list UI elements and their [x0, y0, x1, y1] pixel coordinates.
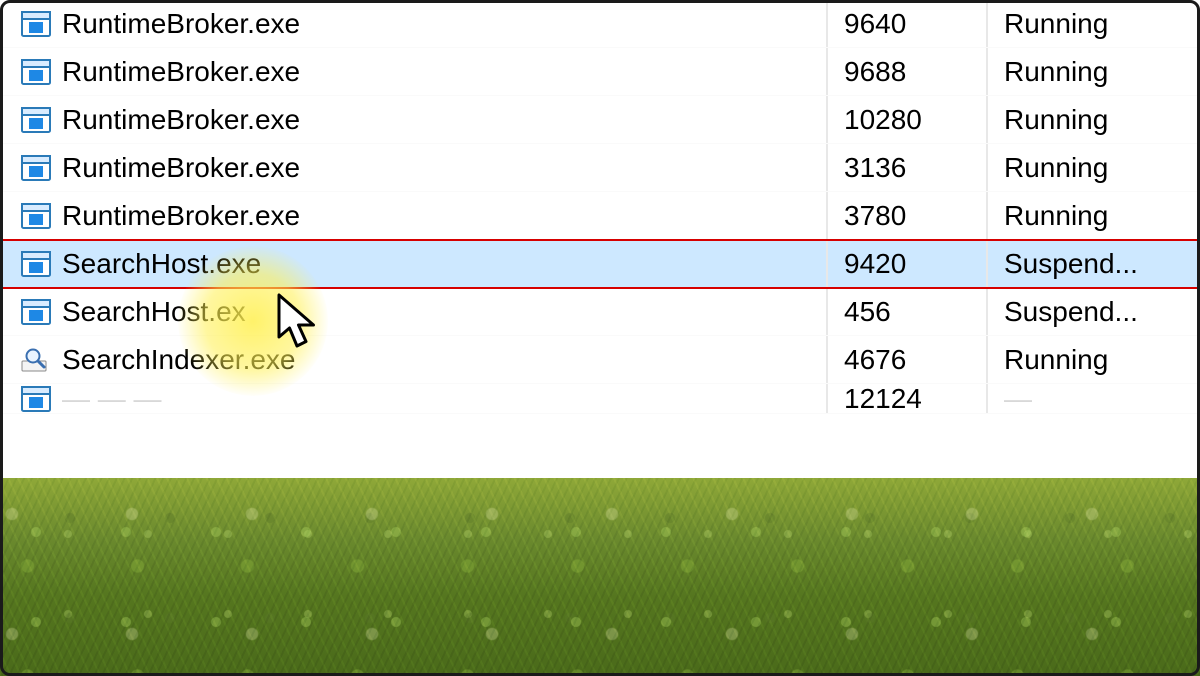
application-icon — [20, 106, 52, 134]
cell-name[interactable]: — — — — [0, 384, 828, 413]
application-icon — [20, 298, 52, 326]
cell-pid[interactable]: 12124 — [828, 384, 988, 413]
cell-status[interactable]: Running — [988, 96, 1200, 143]
application-icon — [20, 385, 52, 413]
process-row-partial[interactable]: — — — 12124 — — [0, 384, 1200, 414]
process-row[interactable]: RuntimeBroker.exe 3136 Running — [0, 144, 1200, 192]
cell-pid[interactable]: 456 — [828, 288, 988, 335]
cell-pid[interactable]: 9420 — [828, 240, 988, 287]
process-name: — — — — [62, 384, 162, 414]
process-name: RuntimeBroker.exe — [62, 8, 300, 40]
cell-name[interactable]: RuntimeBroker.exe — [0, 96, 828, 143]
cell-pid[interactable]: 3136 — [828, 144, 988, 191]
cell-status[interactable]: Running — [988, 192, 1200, 239]
process-row[interactable]: RuntimeBroker.exe 3780 Running — [0, 192, 1200, 240]
process-pid: 9640 — [844, 8, 906, 40]
process-pid: 12124 — [844, 384, 922, 414]
application-icon — [20, 154, 52, 182]
desktop-wallpaper — [0, 478, 1200, 676]
process-status: Running — [1004, 344, 1108, 376]
process-status: Suspend... — [1004, 248, 1138, 280]
process-pid: 10280 — [844, 104, 922, 136]
process-status: — — [1004, 384, 1032, 414]
process-table[interactable]: RuntimeBroker.exe9640RunningRuntimeBroke… — [0, 0, 1200, 414]
process-pid: 456 — [844, 296, 891, 328]
process-pid: 3136 — [844, 152, 906, 184]
process-name: SearchIndexer.exe — [62, 344, 296, 376]
cell-status[interactable]: Running — [988, 144, 1200, 191]
cell-status[interactable]: Running — [988, 336, 1200, 383]
process-pid: 9688 — [844, 56, 906, 88]
cell-pid[interactable]: 9640 — [828, 0, 988, 47]
process-name: SearchHost.exe — [62, 248, 261, 280]
cell-pid[interactable]: 10280 — [828, 96, 988, 143]
process-row[interactable]: RuntimeBroker.exe 9688 Running — [0, 48, 1200, 96]
process-status: Running — [1004, 8, 1108, 40]
cell-pid[interactable]: 3780 — [828, 192, 988, 239]
process-status: Running — [1004, 200, 1108, 232]
process-name: SearchHost.ex — [62, 296, 246, 328]
cell-status[interactable]: Running — [988, 0, 1200, 47]
application-icon — [20, 58, 52, 86]
cell-name[interactable]: SearchIndexer.exe — [0, 336, 828, 383]
process-row[interactable]: SearchHost.ex 456 Suspend... — [0, 288, 1200, 336]
search-indexer-icon — [20, 346, 52, 374]
application-icon — [20, 202, 52, 230]
process-status: Running — [1004, 152, 1108, 184]
cell-name[interactable]: SearchHost.exe — [0, 240, 828, 287]
process-status: Suspend... — [1004, 296, 1138, 328]
cell-name[interactable]: SearchHost.ex — [0, 288, 828, 335]
cell-status[interactable]: Suspend... — [988, 288, 1200, 335]
process-row[interactable]: SearchIndexer.exe 4676 Running — [0, 336, 1200, 384]
process-name: RuntimeBroker.exe — [62, 200, 300, 232]
process-name: RuntimeBroker.exe — [62, 152, 300, 184]
cell-name[interactable]: RuntimeBroker.exe — [0, 48, 828, 95]
cell-pid[interactable]: 4676 — [828, 336, 988, 383]
cell-status[interactable]: Running — [988, 48, 1200, 95]
cell-status[interactable]: — — [988, 384, 1200, 413]
cell-pid[interactable]: 9688 — [828, 48, 988, 95]
process-status: Running — [1004, 104, 1108, 136]
process-status: Running — [1004, 56, 1108, 88]
cell-name[interactable]: RuntimeBroker.exe — [0, 192, 828, 239]
application-icon — [20, 10, 52, 38]
process-name: RuntimeBroker.exe — [62, 104, 300, 136]
process-pid: 4676 — [844, 344, 906, 376]
process-row[interactable]: RuntimeBroker.exe 10280 Running — [0, 96, 1200, 144]
process-pid: 3780 — [844, 200, 906, 232]
process-row[interactable]: SearchHost.exe 9420 Suspend... — [0, 240, 1200, 288]
process-pid: 9420 — [844, 248, 906, 280]
cell-name[interactable]: RuntimeBroker.exe — [0, 0, 828, 47]
cell-name[interactable]: RuntimeBroker.exe — [0, 144, 828, 191]
cell-status[interactable]: Suspend... — [988, 240, 1200, 287]
application-icon — [20, 250, 52, 278]
process-row[interactable]: RuntimeBroker.exe 9640 Running — [0, 0, 1200, 48]
process-name: RuntimeBroker.exe — [62, 56, 300, 88]
